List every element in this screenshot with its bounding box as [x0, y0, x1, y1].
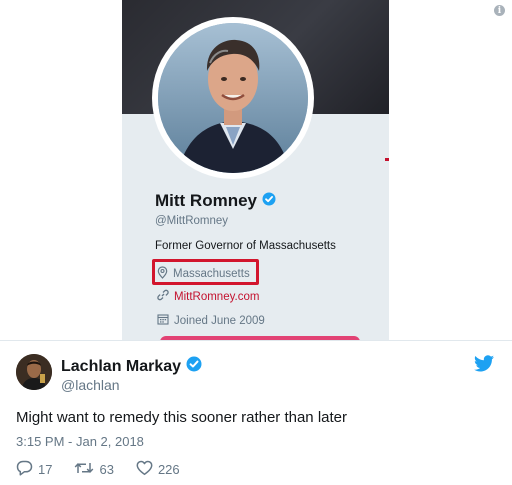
profile-avatar[interactable]	[158, 23, 308, 173]
reply-icon	[16, 460, 33, 479]
author-name[interactable]: Lachlan Markay	[61, 358, 181, 376]
like-button[interactable]: 226	[136, 460, 180, 479]
author-avatar[interactable]	[16, 354, 52, 390]
profile-website-link[interactable]: MittRomney.com	[174, 291, 259, 303]
profile-location-text: Massachusetts	[173, 268, 250, 280]
profile-website[interactable]: MittRomney.com	[157, 289, 259, 304]
author-handle[interactable]: @lachlan	[61, 377, 120, 393]
verified-badge-icon	[262, 192, 276, 211]
tweet-text: Might want to remedy this sooner rather …	[16, 409, 347, 426]
calendar-icon	[157, 313, 169, 328]
profile-location: Massachusetts	[157, 266, 250, 282]
tweet-card: Lachlan Markay @lachlan Might want to re…	[0, 340, 512, 485]
info-icon[interactable]: i	[494, 5, 505, 16]
embedded-profile-screenshot: Mitt Romney @MittRomney Former Governor …	[0, 0, 512, 340]
profile-name[interactable]: Mitt Romney	[155, 191, 257, 211]
reply-button[interactable]: 17	[16, 460, 52, 479]
location-pin-icon	[157, 266, 168, 282]
profile-bio: Former Governor of Massachusetts	[155, 240, 336, 252]
verified-badge-icon	[186, 356, 202, 377]
red-accent-line	[385, 158, 389, 161]
twitter-bird-icon[interactable]	[474, 355, 494, 377]
like-count: 226	[157, 462, 180, 477]
reply-count: 17	[38, 462, 53, 477]
tweet-actions: 17 63 226	[16, 460, 202, 479]
link-icon	[157, 289, 169, 304]
profile-name-row: Mitt Romney	[155, 191, 276, 211]
profile-joined-text: Joined June 2009	[174, 314, 265, 327]
profile-joined: Joined June 2009	[157, 313, 265, 328]
profile-handle[interactable]: @MittRomney	[155, 215, 228, 227]
retweet-button[interactable]: 63	[74, 460, 114, 479]
retweet-count: 63	[99, 462, 114, 477]
author-row: Lachlan Markay	[61, 356, 202, 377]
heart-icon	[136, 460, 153, 479]
retweet-icon	[74, 460, 94, 479]
tweet-timestamp[interactable]: 3:15 PM - Jan 2, 2018	[16, 434, 144, 449]
